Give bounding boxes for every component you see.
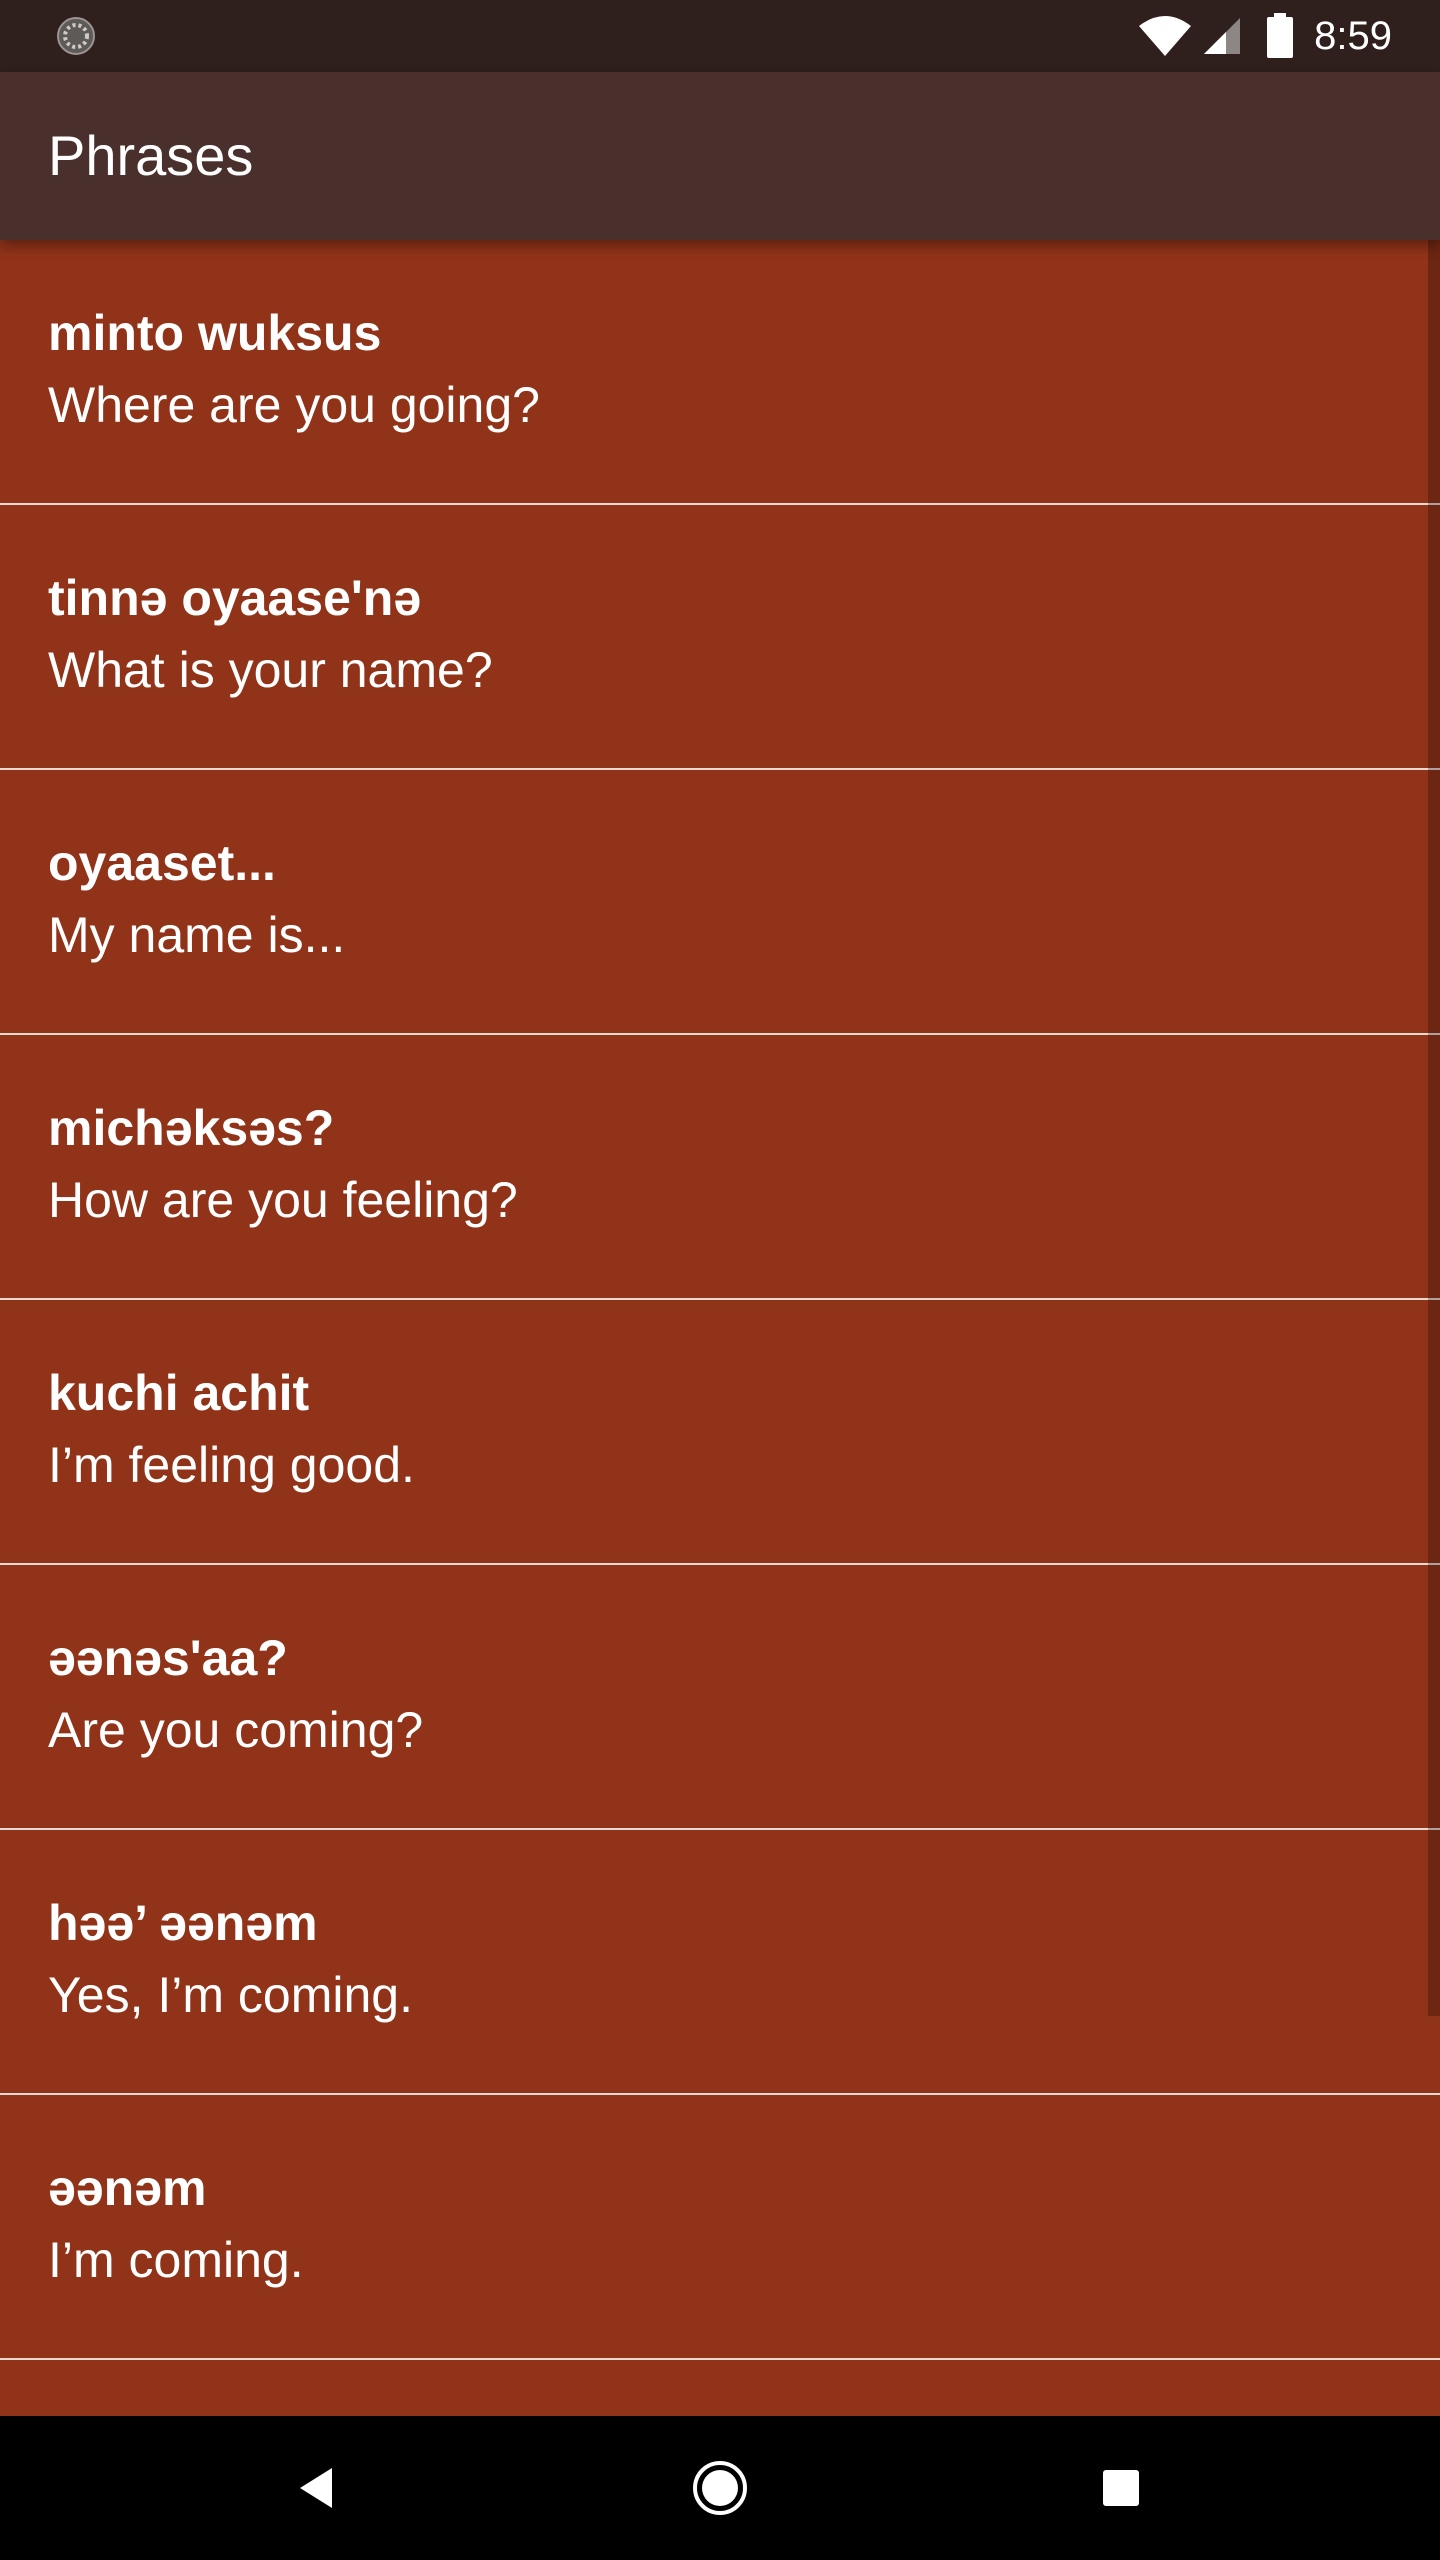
status-time: 8:59 bbox=[1314, 14, 1392, 58]
wifi-icon bbox=[1139, 16, 1192, 56]
scrollbar[interactable] bbox=[1428, 240, 1440, 2016]
page-title: Phrases bbox=[48, 124, 254, 187]
phrase-english-text: I’m feeling good. bbox=[48, 1437, 415, 1493]
list-item[interactable]: əənəs'aa? Are you coming? bbox=[0, 1565, 1440, 1830]
list-item[interactable]: tinnə oyaase'nə What is your name? bbox=[0, 505, 1440, 770]
recents-icon bbox=[1103, 2470, 1139, 2506]
list-item[interactable]: həə’ əənəm Yes, I’m coming. bbox=[0, 1830, 1440, 2095]
navigation-bar bbox=[0, 2416, 1440, 2560]
phrase-native-text: əənəs'aa? bbox=[48, 1630, 288, 1686]
phrase-list-container[interactable]: minto wuksus Where are you going? tinnə … bbox=[0, 240, 1440, 2416]
phrase-english-text: What is your name? bbox=[48, 642, 493, 698]
phrase-list: minto wuksus Where are you going? tinnə … bbox=[0, 240, 1440, 2416]
phone-screen: 8:59 Phrases minto wuksus Where are you … bbox=[0, 0, 1440, 2560]
signal-icon bbox=[1204, 18, 1241, 54]
battery-icon bbox=[1267, 13, 1294, 58]
list-item[interactable]: minto wuksus Where are you going? bbox=[0, 240, 1440, 505]
app-bar: Phrases bbox=[0, 72, 1440, 240]
phrase-native-text: əənəm bbox=[48, 2160, 207, 2216]
phrase-native-text: oyaaset... bbox=[48, 835, 276, 891]
list-item[interactable]: oyaaset... My name is... bbox=[0, 770, 1440, 1035]
phrase-native-text: tinnə oyaase'nə bbox=[48, 570, 422, 626]
back-icon bbox=[300, 2468, 332, 2508]
home-icon bbox=[693, 2461, 747, 2515]
phrase-english-text: My name is... bbox=[48, 907, 346, 963]
list-item[interactable]: michəksəs? How are you feeling? bbox=[0, 1035, 1440, 1300]
phrase-english-text: Where are you going? bbox=[48, 377, 540, 433]
status-icons: 8:59 bbox=[1138, 0, 1392, 72]
phrase-english-text: I’m coming. bbox=[48, 2232, 304, 2288]
loading-icon bbox=[57, 17, 95, 55]
status-bar: 8:59 bbox=[0, 0, 1440, 72]
phrase-native-text: michəksəs? bbox=[48, 1100, 335, 1156]
phrase-english-text: How are you feeling? bbox=[48, 1172, 518, 1228]
phrase-english-text: Are you coming? bbox=[48, 1702, 424, 1758]
home-button[interactable] bbox=[640, 2416, 800, 2560]
phrase-native-text: həə’ əənəm bbox=[48, 1895, 318, 1951]
list-item[interactable]: kuchi achit I’m feeling good. bbox=[0, 1300, 1440, 1565]
phrase-native-text: kuchi achit bbox=[48, 1365, 310, 1421]
list-item[interactable]: əənəm I’m coming. bbox=[0, 2095, 1440, 2360]
phrase-native-text: minto wuksus bbox=[48, 305, 382, 361]
back-button[interactable] bbox=[236, 2416, 396, 2560]
phrase-english-text: Yes, I’m coming. bbox=[48, 1967, 413, 2023]
recents-button[interactable] bbox=[1041, 2416, 1201, 2560]
list-item[interactable] bbox=[0, 2360, 1440, 2416]
